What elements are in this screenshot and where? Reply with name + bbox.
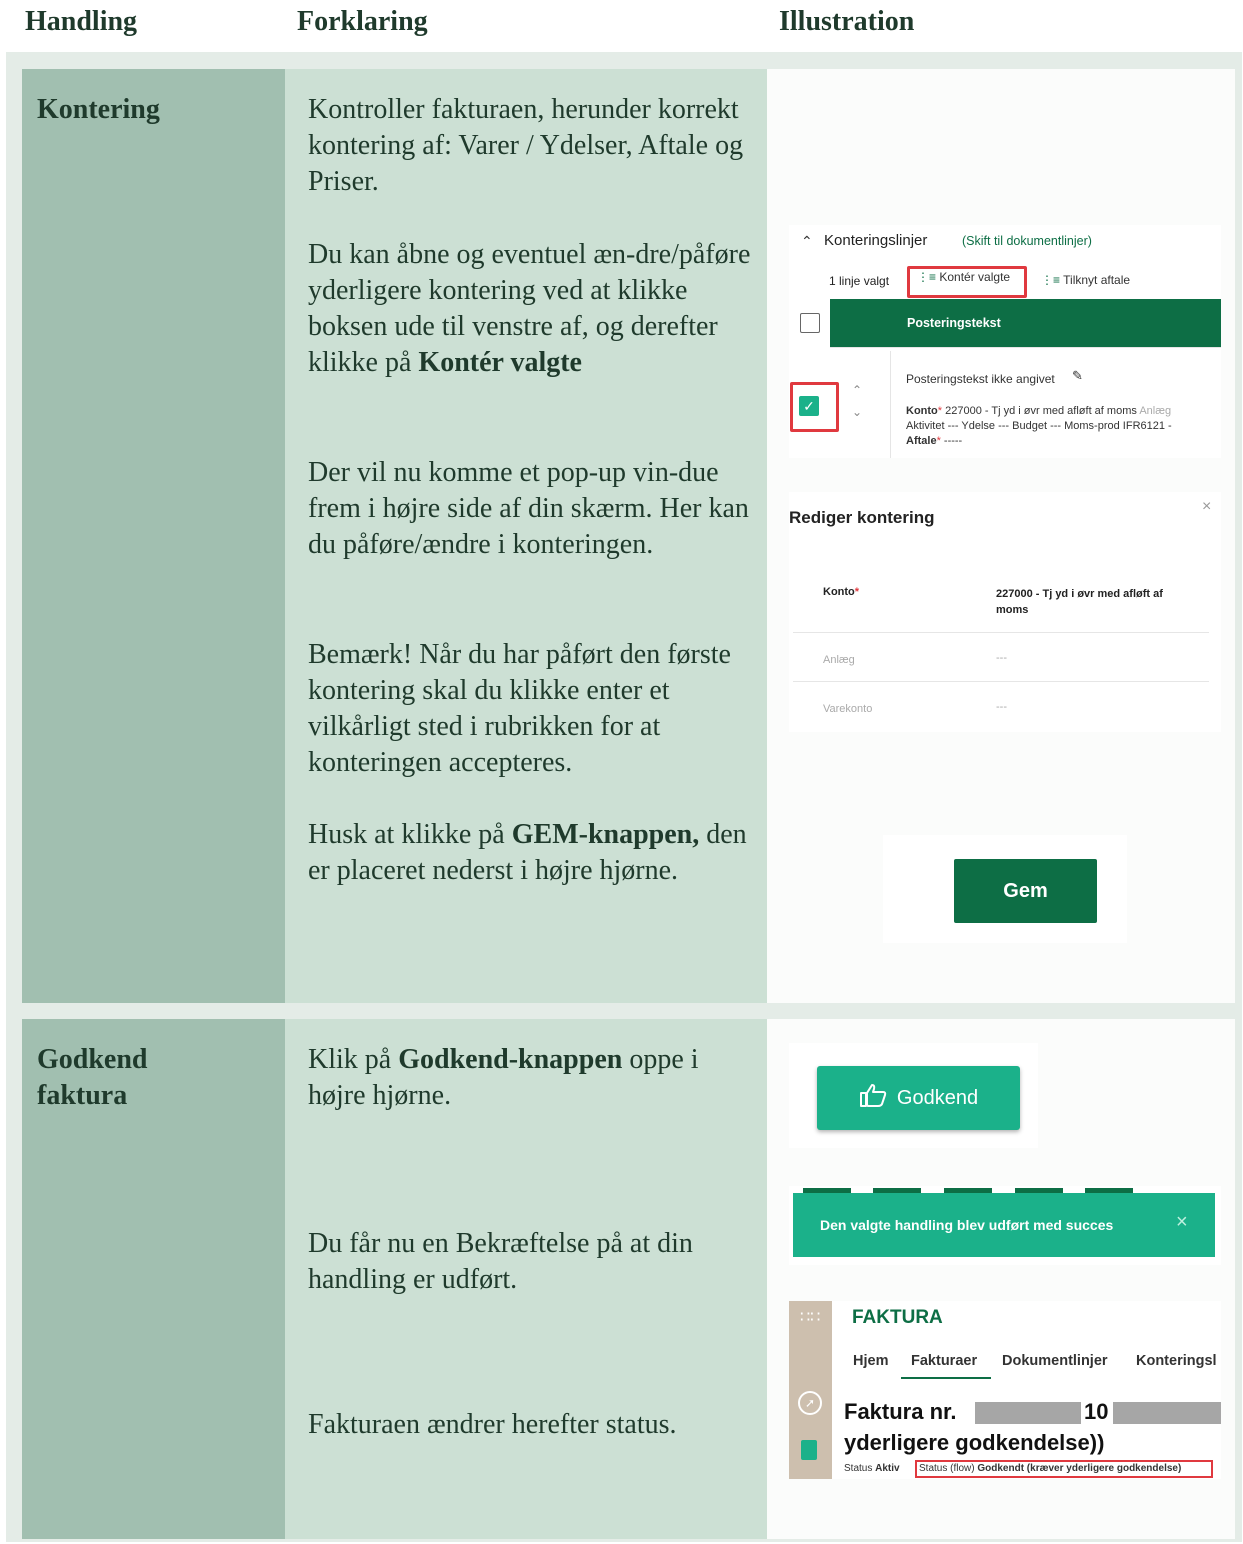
- row1-action-cell: [22, 69, 285, 1003]
- posting-text: Posteringstekst ikke angivet: [906, 372, 1055, 386]
- konto-value: 227000 - Tj yd i øvr med afløft af moms: [945, 405, 1137, 417]
- godkend-button[interactable]: Godkend: [817, 1066, 1020, 1130]
- column-divider: [890, 351, 891, 458]
- faktura-title-prefix: Faktura nr.: [844, 1399, 957, 1424]
- status-value: Aktiv: [875, 1463, 900, 1474]
- rediger-title: Rediger kontering: [789, 508, 935, 527]
- tab-konteringslinjer[interactable]: Konteringsl: [1136, 1353, 1217, 1369]
- row1-paragraph-1: Kontroller fakturaen, herunder korrekt k…: [308, 94, 744, 197]
- redacted-block: [1113, 1402, 1221, 1424]
- thumbs-up-icon: [859, 1083, 887, 1113]
- row1-action-label: Kontering: [37, 94, 160, 125]
- switch-to-documentlines-link[interactable]: (Skift til dokumentlinjer): [962, 234, 1092, 248]
- close-icon[interactable]: ×: [1176, 1211, 1188, 1234]
- list-icon: ⋮≡: [1041, 273, 1061, 287]
- move-down-icon[interactable]: ⌄: [852, 405, 862, 419]
- active-tab-underline: [901, 1377, 991, 1379]
- row-separator: [830, 347, 1221, 348]
- status-label: Status: [844, 1463, 873, 1474]
- divider: [793, 632, 1209, 633]
- document-icon[interactable]: [801, 1440, 817, 1460]
- chevron-up-icon[interactable]: ⌃: [801, 233, 813, 250]
- flow-value: Godkendt (kræver yderligere godkendelse): [977, 1463, 1182, 1474]
- konto-label: Konto: [906, 405, 938, 417]
- header-forklaring: Forklaring: [297, 6, 428, 37]
- pencil-icon[interactable]: ✎: [1072, 368, 1083, 384]
- anlaeg-value[interactable]: ---: [996, 652, 1007, 664]
- konto-value[interactable]: 227000 - Tj yd i øvr med afløft af moms: [996, 586, 1176, 618]
- header-illustration: Illustration: [779, 6, 915, 37]
- app-grid-icon[interactable]: ∷∷: [800, 1307, 820, 1327]
- tilknyt-aftale-button[interactable]: ⋮≡ Tilknyt aftale: [1041, 273, 1130, 287]
- gem-button[interactable]: Gem: [954, 859, 1097, 923]
- row2-paragraph-1: Klik på Godkend-knappen oppe i højre hjø…: [308, 1042, 753, 1114]
- aftale-value: -----: [943, 435, 963, 447]
- row2-p1-bold: Godkend-knappen: [398, 1044, 623, 1075]
- select-all-checkbox[interactable]: [800, 313, 820, 333]
- tab-fakturaer[interactable]: Fakturaer: [911, 1353, 977, 1369]
- row2-p1-text: Klik på: [308, 1044, 399, 1075]
- status-flow-highlight: Status (flow) Godkendt (kræver yderliger…: [915, 1460, 1213, 1478]
- tab-hjem[interactable]: Hjem: [853, 1353, 888, 1369]
- konto-label: Konto*: [823, 586, 859, 598]
- compass-icon[interactable]: ➚: [798, 1391, 822, 1415]
- varekonto-value[interactable]: ---: [996, 701, 1007, 713]
- row1-paragraph-3: Der vil nu komme et pop-up vin-due frem …: [308, 457, 749, 560]
- posteringstekst-header: Posteringstekst: [907, 316, 1001, 330]
- success-toast: Den valgte handling blev udført med succ…: [793, 1193, 1215, 1257]
- konter-valgte-highlight: [907, 266, 1027, 298]
- aftale-line: Aftale* -----: [906, 435, 962, 447]
- faktura-title-number: 10: [1084, 1399, 1109, 1424]
- anlaeg-label: Anlæg: [823, 654, 855, 666]
- anlaeg-small: Anlæg: [1139, 405, 1172, 417]
- varekonto-label: Varekonto: [823, 703, 873, 715]
- row1-paragraph-2: Du kan åbne og eventuel æn-dre/påføre yd…: [308, 237, 753, 381]
- godkend-label: Godkend: [896, 1086, 979, 1109]
- gem-label: Gem: [1003, 879, 1048, 902]
- flow-label: Status (flow): [919, 1463, 975, 1474]
- toast-message: Den valgte handling blev udført med succ…: [820, 1217, 1114, 1233]
- row2-action-label: Godkend faktura: [37, 1044, 148, 1111]
- row1-paragraph-4: Bemærk! Når du har påført den første kon…: [308, 639, 731, 778]
- row1-p5-text: Husk at klikke på: [308, 819, 512, 850]
- dimensions-line: Aktivitet --- Ydelse --- Budget --- Moms…: [906, 420, 1172, 432]
- konteringslinjer-title: Konteringslinjer: [824, 232, 928, 249]
- selected-count: 1 linje valgt: [829, 274, 890, 288]
- required-mark: *: [937, 405, 943, 417]
- row2-paragraph-3: Fakturaen ændrer herefter status.: [308, 1409, 677, 1440]
- required-mark: *: [936, 435, 941, 447]
- konto-label-text: Konto: [823, 586, 855, 598]
- row-checkbox-highlight: [790, 382, 839, 432]
- row2-paragraph-2: Du får nu en Bekræftelse på at din handl…: [308, 1228, 693, 1295]
- status-text: Status Aktiv: [844, 1463, 900, 1474]
- tab-dokumentlinjer[interactable]: Dokumentlinjer: [1002, 1353, 1108, 1369]
- close-icon[interactable]: ×: [1202, 498, 1211, 516]
- header-handling: Handling: [25, 6, 138, 37]
- required-mark: *: [854, 586, 860, 598]
- konto-line: Konto* 227000 - Tj yd i øvr med afløft a…: [906, 405, 1171, 417]
- divider: [793, 681, 1209, 682]
- faktura-screenshot: ∷∷ ➚ FAKTURA Hjem Fakturaer Dokumentlinj…: [789, 1301, 1221, 1479]
- redacted-block: [975, 1402, 1081, 1424]
- tilknyt-aftale-label: Tilknyt aftale: [1063, 273, 1131, 287]
- konteringslinjer-screenshot: ⌃ Konteringslinjer (Skift til dokumentli…: [789, 225, 1221, 458]
- app-title: FAKTURA: [852, 1307, 943, 1328]
- row1-paragraph-5: Husk at klikke på GEM-knappen, den er pl…: [308, 817, 753, 889]
- move-up-icon[interactable]: ⌃: [852, 383, 862, 397]
- row1-p5-bold: GEM-knappen,: [511, 819, 700, 850]
- row1-p2-bold: Kontér valgte: [418, 347, 582, 378]
- table-header: [830, 299, 1221, 347]
- rediger-kontering-screenshot: Rediger kontering × Konto* 227000 - Tj y…: [789, 492, 1221, 732]
- aftale-label: Aftale: [906, 435, 937, 447]
- faktura-title-line2: yderligere godkendelse)): [844, 1430, 1105, 1455]
